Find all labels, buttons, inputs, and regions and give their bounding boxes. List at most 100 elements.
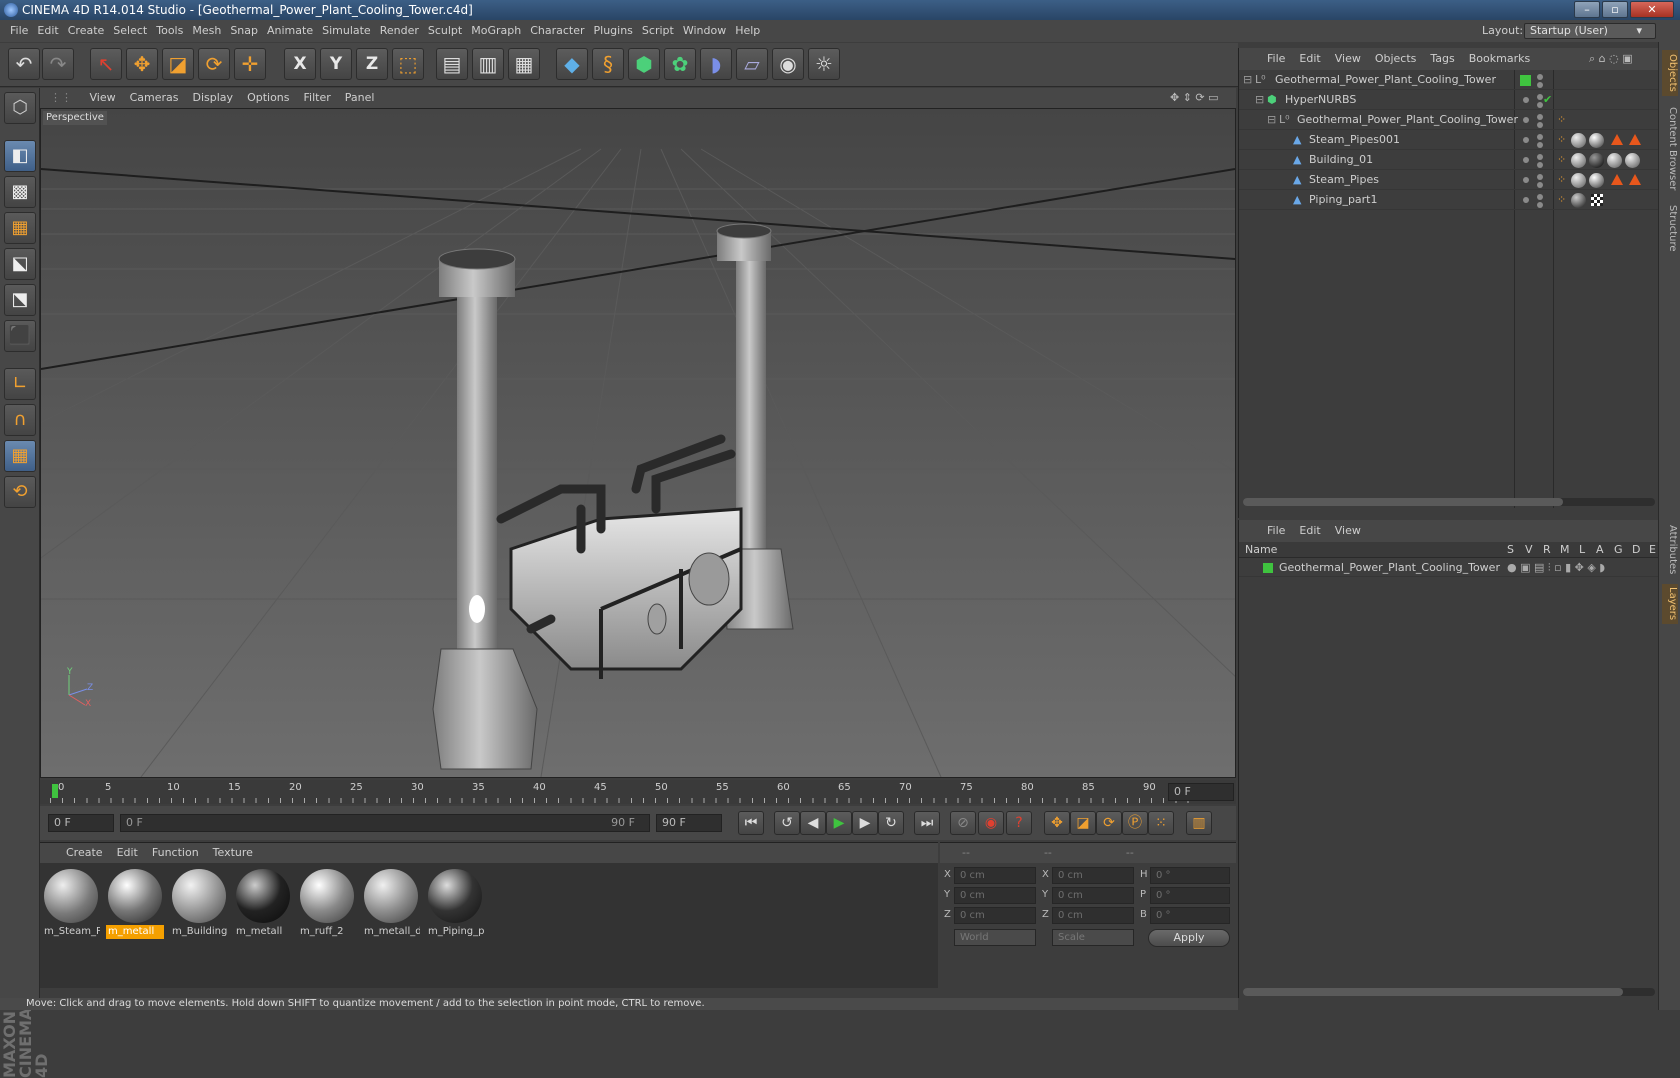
menu-render[interactable]: Render [380,20,419,42]
tab-content-browser[interactable]: Content Browser [1662,104,1678,194]
material-tag-icon[interactable] [1571,193,1586,208]
layer-col-generators[interactable]: G [1614,542,1623,558]
layer-col-manager[interactable]: M [1560,542,1570,558]
material-swatch[interactable]: m_Steam_P [42,867,100,939]
snap-icon[interactable]: ⟲ [4,476,36,508]
render-visibility-dot[interactable] [1537,122,1543,128]
visibility-dot[interactable] [1523,177,1529,183]
undo-icon[interactable]: ↶ [8,48,40,80]
layer-col-view[interactable]: V [1525,542,1533,558]
next-frame-icon[interactable]: ▶ [852,811,878,835]
current-frame-field[interactable]: 0 F [1168,783,1234,801]
menu-mesh[interactable]: Mesh [192,20,221,42]
object-horizontal-scrollbar[interactable] [1243,498,1655,506]
object-menu-view[interactable]: View [1335,52,1361,65]
material-tag-icon[interactable] [1589,133,1604,148]
menu-create[interactable]: Create [68,20,105,42]
material-swatch[interactable]: m_Building [170,867,228,939]
object-menu-bookmarks[interactable]: Bookmarks [1469,52,1530,65]
array-icon[interactable]: ✿ [664,48,696,80]
visibility-dot[interactable] [1523,157,1529,163]
key-parameter-icon[interactable]: Ⓟ [1122,811,1148,835]
next-key-icon[interactable]: ↻ [878,811,904,835]
viewport-menu-view[interactable]: View [90,91,116,104]
layer-col-expressions[interactable]: E [1649,542,1656,558]
prev-frame-icon[interactable]: ◀ [800,811,826,835]
nurbs-icon[interactable]: ⬢ [628,48,660,80]
viewport-menu-cameras[interactable]: Cameras [130,91,179,104]
workplane-icon[interactable]: ▦ [4,212,36,244]
scroll-thumb[interactable] [1243,498,1563,506]
rotate-tool-icon[interactable]: ⟳ [198,48,230,80]
object-menu-edit[interactable]: Edit [1299,52,1320,65]
material-swatch[interactable]: m_Piping_p [426,867,484,939]
material-tag-icon[interactable] [1625,153,1640,168]
material-tag-icon[interactable] [1589,173,1604,188]
material-tag-icon[interactable] [1607,153,1622,168]
key-position-icon[interactable]: ✥ [1044,811,1070,835]
scale-tool-icon[interactable]: ◪ [162,48,194,80]
render-picture-viewer-icon[interactable]: ▥ [472,48,504,80]
position-x-field[interactable]: 0 cm [954,867,1036,884]
material-swatch[interactable]: m_ruff_2 [298,867,356,939]
rotation-p-field[interactable]: 0 ° [1150,887,1230,904]
polygon-selection-tag-icon[interactable] [1611,174,1623,185]
cube-object-icon[interactable]: ◆ [556,48,588,80]
texture-mode-icon[interactable]: ▩ [4,176,36,208]
tab-objects[interactable]: Objects [1662,50,1678,96]
apply-button[interactable]: Apply [1148,929,1230,947]
object-row[interactable]: ⊟ ⬢ HyperNURBS ✔ [1239,90,1659,110]
material-tag-icon[interactable] [1589,153,1604,168]
editor-visibility-dot[interactable] [1537,114,1543,120]
rotation-b-field[interactable]: 0 ° [1150,907,1230,924]
goto-end-icon[interactable]: ⏭ [914,811,940,835]
size-z-field[interactable]: 0 cm [1052,907,1134,924]
layer-col-render[interactable]: R [1543,542,1551,558]
floor-icon[interactable]: ▱ [736,48,768,80]
edges-mode-icon[interactable]: ⬔ [4,284,36,316]
phong-tag-icon[interactable]: ⁘ [1557,110,1566,130]
timeline-ruler[interactable]: 0 5 10 15 20 25 30 35 40 45 50 55 60 65 … [40,780,1236,804]
object-search-icons[interactable]: ⌕ ⌂ ◌ ▣ [1589,48,1633,70]
material-menu-texture[interactable]: Texture [213,846,253,859]
model-mode-icon[interactable]: ◧ [4,140,36,172]
prev-key-icon[interactable]: ↺ [774,811,800,835]
menu-file[interactable]: File [10,20,28,42]
menu-help[interactable]: Help [735,20,760,42]
tab-layers[interactable]: Layers [1662,584,1678,624]
expand-icon[interactable]: ⊟ [1255,90,1264,110]
visibility-dot[interactable] [1523,137,1529,143]
menu-animate[interactable]: Animate [267,20,313,42]
close-button[interactable]: ✕ [1630,1,1674,18]
menu-character[interactable]: Character [530,20,584,42]
layer-menu-view[interactable]: View [1335,524,1361,537]
render-visibility-dot[interactable] [1537,82,1543,88]
menu-snap[interactable]: Snap [230,20,258,42]
recent-tool-icon[interactable]: ✛ [234,48,266,80]
redo-icon[interactable]: ↷ [42,48,74,80]
record-keys-icon[interactable]: ⊘ [950,811,976,835]
timeline-window-icon[interactable]: ▥ [1186,811,1212,835]
material-menu-edit[interactable]: Edit [117,846,138,859]
render-settings-icon[interactable]: ▦ [508,48,540,80]
expand-icon[interactable]: ⊟ [1267,110,1276,130]
object-row[interactable]: ▲ Building_01 ⁘ [1239,150,1659,170]
menu-sculpt[interactable]: Sculpt [428,20,462,42]
render-visibility-dot[interactable] [1537,182,1543,188]
layer-color-swatch[interactable] [1520,75,1531,86]
start-frame-field[interactable]: 0 F [48,814,114,832]
editor-visibility-dot[interactable] [1537,174,1543,180]
viewport-nav-icons[interactable]: ✥ ⇕ ⟳ ▭ [1170,88,1219,108]
layer-col-locked[interactable]: L [1579,542,1585,558]
workplane-lock-icon[interactable]: ▦ [4,440,36,472]
menu-plugins[interactable]: Plugins [594,20,633,42]
layer-col-solo[interactable]: S [1507,542,1514,558]
layer-menu-edit[interactable]: Edit [1299,524,1320,537]
polygon-selection-tag-icon[interactable] [1611,134,1623,145]
render-visibility-dot[interactable] [1537,162,1543,168]
key-rotation-icon[interactable]: ⟳ [1096,811,1122,835]
visibility-dot[interactable] [1523,197,1529,203]
layer-col-deformers[interactable]: D [1632,542,1640,558]
camera-icon[interactable]: ◉ [772,48,804,80]
object-menu-file[interactable]: File [1267,52,1285,65]
